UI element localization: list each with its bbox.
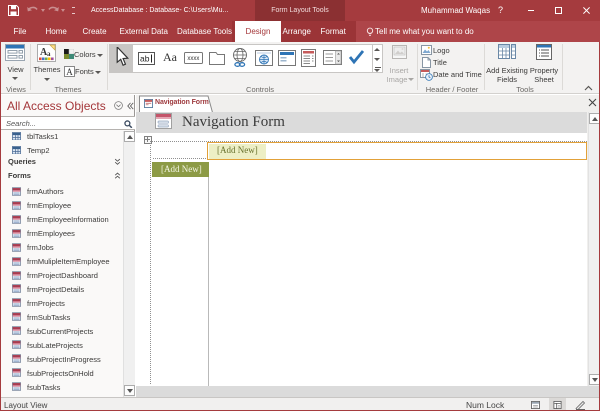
svg-text:ab: ab (140, 54, 150, 64)
svg-text:A: A (66, 67, 73, 77)
svg-text:a: a (47, 50, 51, 58)
svg-text:xxxx: xxxx (187, 56, 199, 62)
